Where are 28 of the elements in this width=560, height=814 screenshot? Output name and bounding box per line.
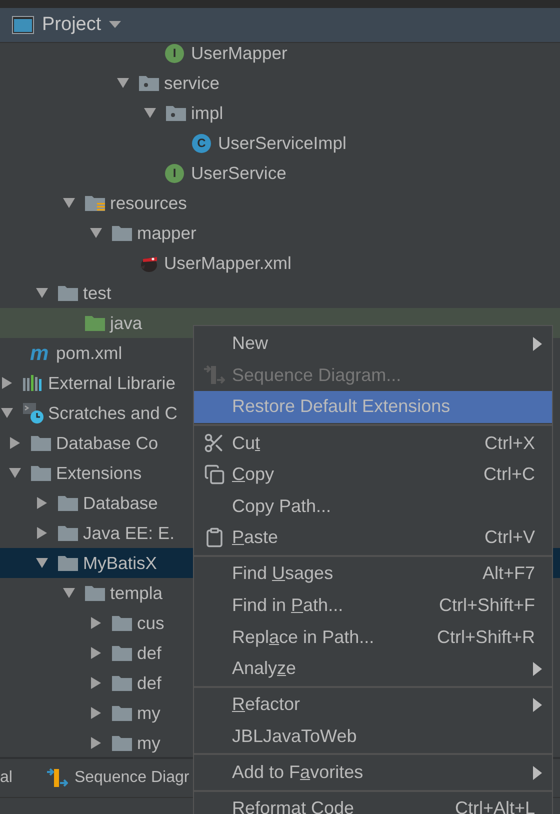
tree-item-label: test	[83, 282, 112, 304]
tree-item-label: service	[164, 72, 220, 94]
interface-icon: I	[165, 44, 184, 62]
tree-item-label: impl	[191, 102, 224, 124]
tree-item-label: cus	[137, 612, 164, 634]
tree-item-label: my	[137, 732, 160, 754]
tree-item-label: Database Co	[56, 432, 158, 454]
tree-item-label: MyBatisX	[83, 552, 157, 574]
tree-item-label: pom.xml	[56, 342, 122, 364]
interface-icon: I	[165, 164, 184, 182]
tree-item-label: Scratches and C	[48, 402, 178, 424]
tree-item-label: java	[110, 312, 142, 334]
tree-item-label: UserServiceImpl	[218, 132, 346, 154]
tree-item-label: def	[137, 642, 162, 664]
tree-item-label: UserService	[191, 162, 286, 184]
tree-item-label: External Librarie	[48, 372, 176, 394]
maven-icon: m	[30, 342, 49, 364]
tree-item-label: Extensions	[56, 462, 142, 484]
tree-item-label: my	[137, 702, 160, 724]
tree-item-label: Java EE: E.	[83, 522, 174, 544]
tree-item-label: mapper	[137, 222, 196, 244]
tree-item-label: Database	[83, 492, 158, 514]
tree-item-label: resources	[110, 192, 187, 214]
class-icon: C	[192, 134, 211, 152]
tree-item-label: def	[137, 672, 162, 694]
tree-item-label: UserMapper.xml	[164, 252, 292, 274]
tree-item-label: UserMapper	[191, 43, 288, 64]
tree-item-label: templa	[110, 582, 163, 604]
